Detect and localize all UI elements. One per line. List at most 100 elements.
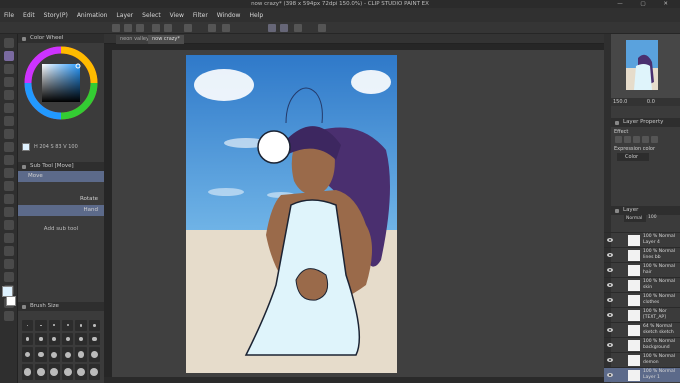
decoration-tool-icon[interactable] (4, 181, 14, 191)
brush-size-option[interactable] (75, 347, 87, 363)
angle-value[interactable]: 0.0 (647, 99, 655, 105)
add-sub-tool-button[interactable]: Add sub tool (18, 226, 104, 232)
brush-size-option[interactable] (88, 320, 100, 331)
brush-size-option[interactable] (61, 320, 74, 331)
brush-size-option[interactable] (35, 332, 47, 346)
brush-size-option[interactable] (48, 320, 60, 331)
tab-now-crazy[interactable]: now crazy* (148, 35, 184, 44)
redo-icon[interactable] (164, 24, 172, 32)
layer-row[interactable]: 100 % Normal Layer 1 (604, 367, 680, 382)
layer-row[interactable]: 100 % Normal background (604, 337, 680, 352)
visibility-eye-icon[interactable] (607, 297, 613, 303)
snap-special-ruler-icon[interactable] (280, 24, 288, 32)
brush-size-option[interactable] (22, 347, 34, 363)
transform-icon[interactable] (222, 24, 230, 32)
visibility-eye-icon[interactable] (607, 282, 613, 288)
brush-size-option[interactable] (48, 364, 60, 380)
fill-icon[interactable] (208, 24, 216, 32)
menu-animation[interactable]: Animation (77, 12, 108, 19)
layer-row[interactable]: 100 % Normal Layer 4 (604, 232, 680, 247)
brush-size-option[interactable] (88, 364, 100, 380)
brush-size-option[interactable] (61, 347, 74, 363)
visibility-eye-icon[interactable] (607, 342, 613, 348)
menu-view[interactable]: View (170, 12, 184, 19)
fill-tool-icon[interactable] (4, 220, 14, 230)
pen-tool-icon[interactable] (4, 129, 14, 139)
window-controls[interactable]: — ▢ ✕ (617, 0, 676, 8)
show-ruler-icon[interactable] (318, 24, 326, 32)
airbrush-tool-icon[interactable] (4, 168, 14, 178)
menu-story[interactable]: Story(P) (44, 12, 68, 19)
zoom-value[interactable]: 150.0 (613, 99, 627, 105)
eyedropper-tool-icon[interactable] (4, 116, 14, 126)
brush-size-option[interactable] (75, 332, 87, 346)
new-file-icon[interactable] (112, 24, 120, 32)
brush-size-option[interactable] (22, 332, 34, 346)
sub-tool-hand[interactable]: Hand (18, 205, 104, 216)
layer-row[interactable]: 100 % Normal demon (604, 352, 680, 367)
save-icon[interactable] (136, 24, 144, 32)
navigator-thumbnail[interactable] (626, 40, 658, 90)
blend-tool-icon[interactable] (4, 207, 14, 217)
menu-filter[interactable]: Filter (193, 12, 208, 19)
effect-tone-icon[interactable] (633, 136, 640, 143)
layer-row[interactable]: 100 % Normal clothes (604, 292, 680, 307)
brush-size-option[interactable] (75, 320, 87, 331)
brush-size-option[interactable] (75, 364, 87, 380)
hand-tool-icon[interactable] (4, 51, 14, 61)
sub-tool-group-move[interactable]: Move (18, 171, 104, 182)
brush-size-option[interactable] (35, 320, 47, 331)
snap-ruler-icon[interactable] (268, 24, 276, 32)
brush-size-option[interactable] (22, 364, 34, 380)
layer-row[interactable]: 100 % Normal hair (604, 262, 680, 277)
brush-size-option[interactable] (48, 332, 60, 346)
navigator-zoom-bar[interactable]: 150.0 0.0 (611, 98, 680, 106)
brush-size-option[interactable] (22, 320, 34, 331)
effect-extract-line-icon[interactable] (651, 136, 658, 143)
gradient-tool-icon[interactable] (4, 233, 14, 243)
selection-tool-icon[interactable] (4, 90, 14, 100)
snap-grid-icon[interactable] (294, 24, 302, 32)
brush-size-option[interactable] (48, 347, 60, 363)
brush-size-option[interactable] (61, 332, 74, 346)
correct-line-tool-icon[interactable] (4, 311, 14, 321)
eraser-tool-icon[interactable] (4, 194, 14, 204)
effect-watercolor-icon[interactable] (624, 136, 631, 143)
horizontal-scrollbar[interactable] (104, 377, 604, 383)
layer-row[interactable]: 100 % Nor [TEXT_AP] (604, 307, 680, 322)
menu-layer[interactable]: Layer (116, 12, 133, 19)
layer-row[interactable]: 100 % Normal lines bb (604, 247, 680, 262)
menu-file[interactable]: File (4, 12, 14, 19)
pencil-tool-icon[interactable] (4, 142, 14, 152)
brush-size-option[interactable] (88, 347, 100, 363)
opacity-value[interactable]: 100 (648, 215, 657, 220)
menu-select[interactable]: Select (142, 12, 161, 19)
open-file-icon[interactable] (124, 24, 132, 32)
brush-tool-icon[interactable] (4, 155, 14, 165)
menu-edit[interactable]: Edit (23, 12, 35, 19)
brush-size-option[interactable] (88, 332, 100, 346)
move-layer-tool-icon[interactable] (4, 77, 14, 87)
visibility-eye-icon[interactable] (607, 327, 613, 333)
brush-size-option[interactable] (35, 364, 47, 380)
effect-layer-color-icon[interactable] (642, 136, 649, 143)
expression-color-select[interactable]: Color (617, 153, 649, 161)
undo-icon[interactable] (152, 24, 160, 32)
current-color-chip[interactable] (22, 143, 30, 151)
brush-size-option[interactable] (61, 364, 74, 380)
brush-size-option[interactable] (35, 347, 47, 363)
clear-icon[interactable] (184, 24, 192, 32)
layer-row[interactable]: 64 % Normal sketch sketch (604, 322, 680, 337)
menu-help[interactable]: Help (249, 12, 263, 19)
artwork-canvas[interactable] (186, 55, 397, 373)
effect-border-icon[interactable] (615, 136, 622, 143)
operation-tool-icon[interactable] (4, 64, 14, 74)
figure-tool-icon[interactable] (4, 246, 14, 256)
sub-color-swatch[interactable] (6, 296, 16, 306)
frame-tool-icon[interactable] (4, 259, 14, 269)
layer-row[interactable]: 100 % Normal skin (604, 277, 680, 292)
blend-mode-select[interactable]: Normal (624, 215, 646, 222)
menu-window[interactable]: Window (217, 12, 241, 19)
auto-select-tool-icon[interactable] (4, 103, 14, 113)
sub-tool-rotate[interactable]: Rotate (18, 194, 104, 205)
